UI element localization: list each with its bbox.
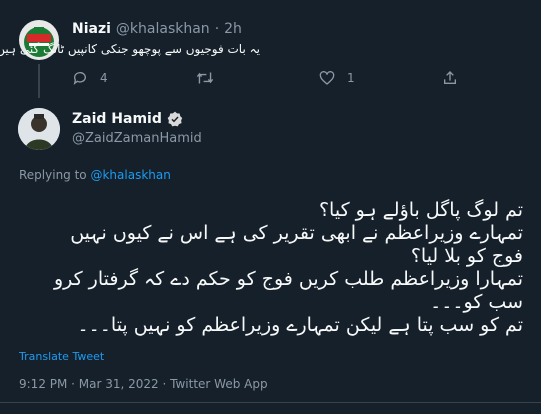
tweet-line: سب کو۔۔۔	[430, 291, 523, 313]
main-author-name[interactable]: Zaid Hamid	[72, 111, 162, 127]
bottom-divider	[0, 402, 541, 403]
tweet-line: تم لوگ پاگل باؤلے ہو کیا؟	[318, 199, 523, 221]
dot-separator: ·	[214, 21, 220, 37]
reply-button[interactable]: 4	[72, 70, 108, 86]
heart-icon	[319, 70, 335, 86]
like-button[interactable]: 1	[319, 70, 355, 86]
main-avatar[interactable]	[18, 108, 60, 150]
thread-line	[38, 64, 40, 98]
like-count: 1	[347, 71, 355, 85]
retweet-icon	[196, 70, 214, 86]
main-author-handle[interactable]: @ZaidZamanHamid	[72, 131, 202, 146]
parent-tweet-text: یہ بات فوجیوں سے پوچھو جنکی کانپیں ٹانگ …	[0, 42, 260, 56]
replying-prefix: Replying to	[19, 168, 87, 182]
tweet-line: تمہارے وزیراعظم نے ابھی تقریر کی ہے اس ن…	[70, 222, 523, 244]
replying-handle[interactable]: @khalaskhan	[90, 168, 170, 182]
main-tweet: Zaid Hamid @ZaidZamanHamid Replying to @…	[0, 96, 541, 414]
comment-icon	[72, 70, 88, 86]
parent-author-name[interactable]: Niazi	[72, 21, 111, 37]
parent-time[interactable]: 2h	[224, 21, 242, 37]
share-button[interactable]	[442, 70, 458, 86]
tweet-line: تم کو سب پتا ہے لیکن تمہارے وزیراعظم کو …	[77, 314, 523, 336]
replying-to: Replying to @khalaskhan	[19, 168, 171, 182]
translate-tweet-link[interactable]: Translate Tweet	[19, 350, 104, 363]
parent-tweet[interactable]: Niazi @khalaskhan · 2h یہ بات فوجیوں سے …	[0, 0, 541, 98]
tweet-line: فوج کو بلا لیا؟	[410, 245, 523, 267]
parent-author-handle[interactable]: @khalaskhan	[116, 21, 210, 37]
share-icon	[442, 70, 458, 86]
retweet-button[interactable]	[196, 70, 214, 86]
tweet-timestamp[interactable]: 9:12 PM · Mar 31, 2022 · Twitter Web App	[19, 377, 268, 391]
verified-badge-icon	[167, 111, 183, 127]
tweet-line: تمہارا وزیراعظم طلب کریں فوج کو حکم دے ک…	[53, 268, 523, 290]
reply-count: 4	[100, 71, 108, 85]
main-tweet-body: تم لوگ پاگل باؤلے ہو کیا؟ تمہارے وزیراعظ…	[18, 199, 523, 337]
